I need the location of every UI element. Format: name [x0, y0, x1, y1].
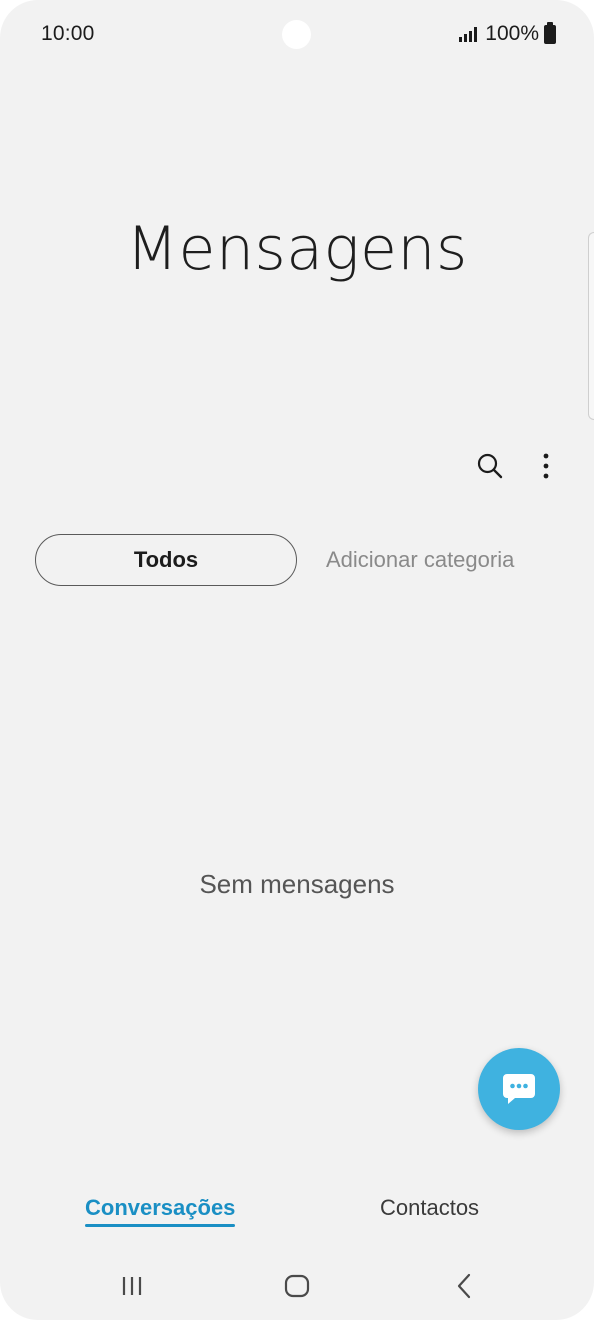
camera-cutout: [282, 20, 311, 49]
search-icon: [477, 453, 503, 479]
empty-state-text: Sem mensagens: [199, 869, 395, 899]
add-category-button[interactable]: Adicionar categoria: [326, 547, 514, 573]
battery-percent: 100%: [485, 22, 539, 45]
back-icon: [457, 1273, 471, 1299]
battery-icon: [544, 21, 556, 44]
more-options-button[interactable]: [526, 446, 566, 486]
tab-active-indicator: [85, 1224, 235, 1227]
nav-back-button[interactable]: [440, 1266, 488, 1306]
compose-message-button[interactable]: [478, 1048, 560, 1130]
category-chip-todos[interactable]: Todos: [35, 534, 297, 586]
recents-icon: [122, 1277, 142, 1295]
tab-contacts[interactable]: Contactos: [380, 1195, 479, 1221]
nav-recents-button[interactable]: [108, 1266, 156, 1306]
search-button[interactable]: [470, 446, 510, 486]
nav-home-button[interactable]: [273, 1266, 321, 1306]
status-indicators: 100%: [459, 21, 556, 46]
home-icon: [284, 1274, 310, 1298]
more-vertical-icon: [543, 453, 549, 479]
phone-screen: 10:00 100% Mensagens Todos Adicionar cat…: [0, 0, 594, 1320]
chat-bubble-icon: [503, 1074, 535, 1104]
status-time: 10:00: [41, 22, 95, 45]
signal-icon: [459, 26, 478, 42]
page-title: Mensagens: [126, 214, 468, 284]
tab-conversations[interactable]: Conversações: [85, 1195, 235, 1221]
